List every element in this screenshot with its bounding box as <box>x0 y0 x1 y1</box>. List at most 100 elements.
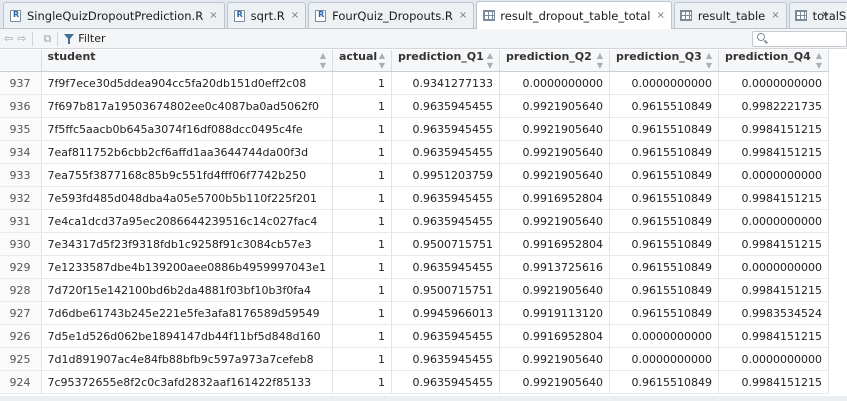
search-icon <box>757 33 765 41</box>
row-number-cell: 927 <box>0 301 42 325</box>
table-cell: 0.9500715751 <box>391 278 500 302</box>
column-header-prediction_q2[interactable]: prediction_Q2 ▲ ▼ <box>499 50 610 72</box>
table-cell: 0.9635945455 <box>391 324 500 348</box>
table-cell: 0.9921905640 <box>499 117 610 141</box>
table-cell: 7f9f7ece30d5ddea904cc5fa20db151d0eff2c08 <box>41 71 333 95</box>
table-cell: 0.9500715751 <box>391 232 500 256</box>
table-row[interactable]: 931 7e4ca1dcd37a95ec2086644239516c14c027f… <box>0 209 829 233</box>
r-file-icon <box>314 9 327 22</box>
row-number-cell: 929 <box>0 255 42 279</box>
filter-button[interactable]: Filter <box>64 32 106 45</box>
table-row[interactable]: 928 7d720f15e142100bd6b2da4881f03bf10b3f0… <box>0 278 829 302</box>
toolbar-divider <box>32 31 34 46</box>
row-number-cell: 936 <box>0 94 42 118</box>
tab-sqrt-r[interactable]: sqrt.R × <box>226 2 307 28</box>
table-cell: 0.9984151215 <box>718 278 829 302</box>
table-cell: 0.9921905640 <box>499 140 610 164</box>
table-cell: 0.9921905640 <box>499 94 610 118</box>
sort-arrows-icon[interactable]: ▲ ▼ <box>706 51 712 71</box>
column-header-prediction_q3[interactable]: prediction_Q3 ▲ ▼ <box>609 50 719 72</box>
table-header-row: student ▲ ▼ actual ▲ ▼ prediction_Q1 ▲ ▼ predicti… <box>0 50 829 72</box>
table-cell: 7e34317d5f23f9318fdb1c9258f91c3084cb57e3 <box>41 232 333 256</box>
table-row[interactable]: 936 7f697b817a19503674802ee0c4087ba0ad506… <box>0 94 829 118</box>
table-row[interactable]: 929 7e1233587dbe4b139200aee0886b495999704… <box>0 255 829 279</box>
table-row[interactable]: 937 7f9f7ece30d5ddea904cc5fa20db151d0eff2… <box>0 71 829 95</box>
close-icon[interactable]: × <box>291 10 299 21</box>
table-cell: 0.9984151215 <box>718 186 829 210</box>
column-header-label: student <box>47 50 96 63</box>
table-row[interactable]: 930 7e34317d5f23f9318fdb1c9258f91c3084cb5… <box>0 232 829 256</box>
table-row[interactable]: 925 7d1d891907ac4e84fb88bfb9c597a973a7cef… <box>0 347 829 371</box>
table-cell: 0.0000000000 <box>609 347 719 371</box>
table-cell: 0.9615510849 <box>609 94 719 118</box>
tab-label: FourQuiz_Dropouts.R <box>332 8 453 23</box>
close-icon[interactable]: × <box>459 10 467 21</box>
column-header-prediction_q1[interactable]: prediction_Q1 ▲ ▼ <box>391 50 500 72</box>
sort-arrows-icon[interactable]: ▲ ▼ <box>487 51 493 71</box>
table-icon <box>795 9 808 22</box>
table-cell: 1 <box>332 278 392 302</box>
column-header-actual[interactable]: actual ▲ ▼ <box>332 50 392 72</box>
sort-arrows-icon[interactable]: ▲ ▼ <box>597 51 603 71</box>
table-row[interactable]: 934 7eaf811752b6cbb2cf6affd1aa3644744da00… <box>0 140 829 164</box>
row-number-cell: 934 <box>0 140 42 164</box>
table-row[interactable]: 933 7ea755f3877168c85b9c551fd4fff06f7742b… <box>0 163 829 187</box>
tab-singlequizdropoutprediction-r[interactable]: SingleQuizDropoutPrediction.R × <box>3 2 225 28</box>
table-cell: 7d6dbe61743b245e221e5fe3afa8176589d59549 <box>41 301 333 325</box>
back-arrow-icon[interactable]: ⇦ <box>4 32 13 45</box>
data-viewer-toolbar: ⇦ ⇨ ⧉ Filter <box>0 29 847 49</box>
table-cell: 0.9615510849 <box>609 186 719 210</box>
sort-arrows-icon[interactable]: ▲ ▼ <box>320 51 326 71</box>
tab-fourquiz-dropouts-r[interactable]: FourQuiz_Dropouts.R × <box>308 2 475 28</box>
table-cell: 0.9615510849 <box>609 117 719 141</box>
close-icon[interactable]: × <box>209 10 217 21</box>
forward-arrow-icon[interactable]: ⇨ <box>17 32 26 45</box>
table-cell: 7f5ffc5aacb0b645a3074f16df088dcc0495c4fe <box>41 117 333 141</box>
table-row[interactable]: 924 7c95372655e8f2c0c3afd2832aaf161422f85… <box>0 370 829 394</box>
row-number-cell: 925 <box>0 347 42 371</box>
tab-overflow-icon[interactable]: » <box>822 7 829 21</box>
column-header-label: prediction_Q4 <box>724 50 811 63</box>
tab-result-table[interactable]: result_table × <box>673 2 787 28</box>
table-cell: 7e593fd485d048dba4a05e5700b5b110f225f201 <box>41 186 333 210</box>
search-input[interactable] <box>752 31 847 47</box>
row-number-header[interactable] <box>0 50 42 72</box>
filter-label: Filter <box>78 32 106 45</box>
table-cell: 0.9984151215 <box>718 324 829 348</box>
table-cell: 0.9982221735 <box>718 94 829 118</box>
column-header-prediction_q4[interactable]: prediction_Q4 ▲ ▼ <box>718 50 829 72</box>
data-grid: student ▲ ▼ actual ▲ ▼ prediction_Q1 ▲ ▼ predicti… <box>0 50 847 401</box>
table-cell: 0.9635945455 <box>391 209 500 233</box>
tab-totalset[interactable]: totalSet_ <box>788 2 847 28</box>
table-cell: 0.9615510849 <box>609 163 719 187</box>
popout-window-icon[interactable]: ⧉ <box>43 32 51 46</box>
table-row[interactable]: 926 7d5e1d526d062be1894147db44f11bf5d848d… <box>0 324 829 348</box>
row-number-cell: 930 <box>0 232 42 256</box>
table-cell: 7f697b817a19503674802ee0c4087ba0ad5062f0 <box>41 94 333 118</box>
table-cell: 0.9635945455 <box>391 140 500 164</box>
r-file-icon <box>9 9 22 22</box>
table-cell: 0.9921905640 <box>499 278 610 302</box>
tab-label: result_dropout_table_total <box>500 8 651 23</box>
close-icon[interactable]: × <box>771 10 779 21</box>
editor-tab-bar: SingleQuizDropoutPrediction.R×sqrt.R×Fou… <box>0 0 847 29</box>
table-cell: 0.9984151215 <box>718 232 829 256</box>
table-cell: 0.9916952804 <box>499 324 610 348</box>
toolbar-divider <box>57 31 59 46</box>
table-cell: 0.9615510849 <box>609 209 719 233</box>
table-row[interactable]: 935 7f5ffc5aacb0b645a3074f16df088dcc0495c… <box>0 117 829 141</box>
tab-result-dropout-table-total[interactable]: result_dropout_table_total × <box>476 1 672 29</box>
table-row[interactable]: 932 7e593fd485d048dba4a05e5700b5b110f225f… <box>0 186 829 210</box>
table-cell: 1 <box>332 301 392 325</box>
row-number-cell: 926 <box>0 324 42 348</box>
horizontal-scrollbar[interactable] <box>0 396 847 401</box>
sort-arrows-icon[interactable]: ▲ ▼ <box>379 51 385 71</box>
table-cell: 1 <box>332 255 392 279</box>
table-cell: 0.0000000000 <box>718 347 829 371</box>
close-icon[interactable]: × <box>656 10 664 21</box>
table-row[interactable]: 927 7d6dbe61743b245e221e5fe3afa8176589d59… <box>0 301 829 325</box>
sort-arrows-icon[interactable]: ▲ ▼ <box>816 51 822 71</box>
table-cell: 0.9615510849 <box>609 278 719 302</box>
column-header-student[interactable]: student ▲ ▼ <box>41 50 333 72</box>
table-cell: 0.9635945455 <box>391 370 500 394</box>
